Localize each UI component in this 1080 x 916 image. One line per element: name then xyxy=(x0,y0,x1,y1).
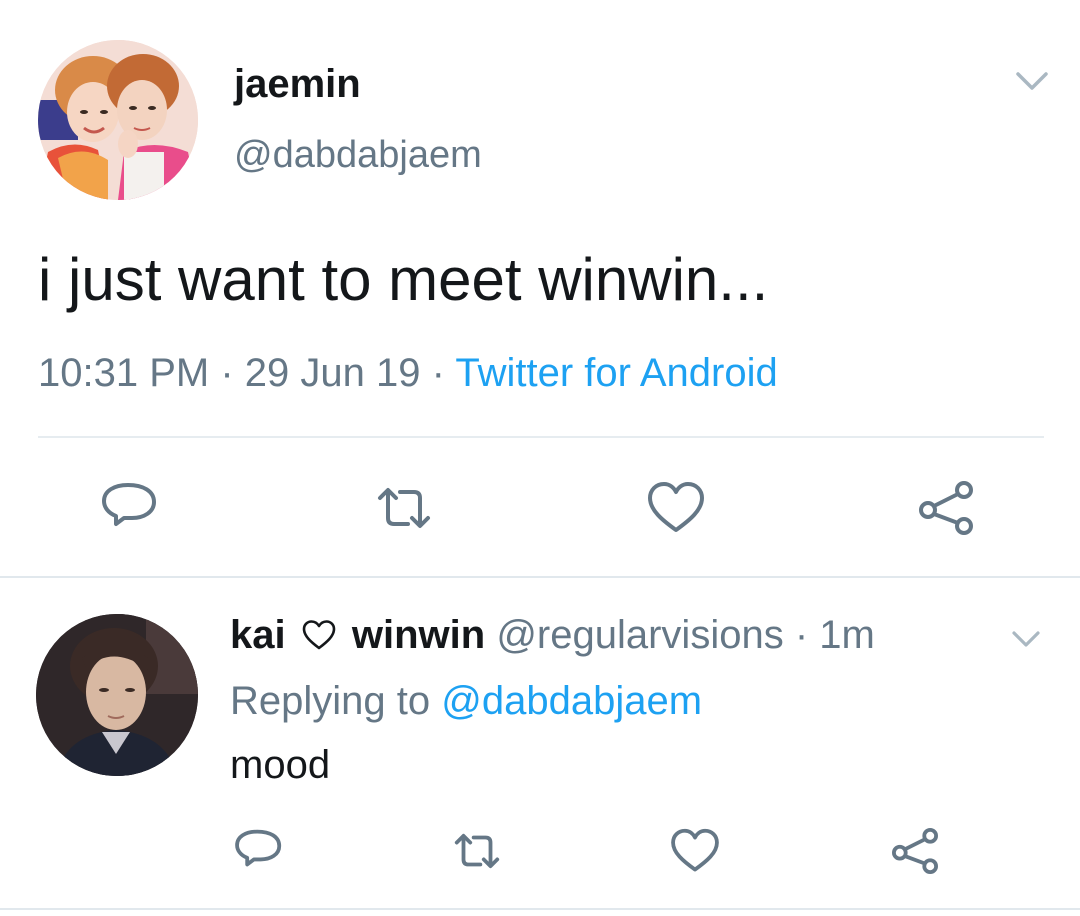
retweet-icon[interactable] xyxy=(372,476,436,540)
chevron-down-icon[interactable] xyxy=(1008,626,1044,652)
share-icon[interactable] xyxy=(914,476,978,540)
reply-text: mood xyxy=(230,743,331,787)
chevron-down-icon[interactable] xyxy=(1012,66,1052,96)
divider xyxy=(38,436,1044,438)
reply-icon[interactable] xyxy=(232,824,286,878)
replying-to-handle[interactable]: @dabdabjaem xyxy=(441,679,702,723)
main-author-handle[interactable]: @dabdabjaem xyxy=(234,132,482,178)
tweet-source-link[interactable]: Twitter for Android xyxy=(455,351,777,395)
like-icon[interactable] xyxy=(644,476,708,540)
retweet-icon[interactable] xyxy=(450,824,504,878)
main-author-avatar[interactable] xyxy=(38,40,198,200)
replying-prefix: Replying to xyxy=(230,679,431,723)
divider xyxy=(0,908,1080,910)
tweet-meta: 10:31 PM · 29 Jun 19 · Twitter for Andro… xyxy=(38,348,778,398)
reply-header: kai winwin @regularvisions · 1m xyxy=(230,610,875,660)
reply-author-name-part1[interactable]: kai xyxy=(230,613,286,657)
reply-author-name-part2[interactable]: winwin xyxy=(352,613,485,657)
replying-to-line: Replying to @dabdabjaem xyxy=(230,676,702,726)
tweet-date: 29 Jun 19 xyxy=(244,351,421,395)
divider xyxy=(0,576,1080,578)
reply-author-avatar[interactable] xyxy=(36,614,198,776)
meta-separator: · xyxy=(220,351,234,395)
avatar-photo xyxy=(38,40,198,200)
meta-separator: · xyxy=(431,351,445,395)
tweet-time: 10:31 PM xyxy=(38,351,210,395)
share-icon[interactable] xyxy=(888,824,942,878)
avatar-photo xyxy=(36,614,198,776)
main-author-name[interactable]: jaemin xyxy=(234,60,361,108)
reply-timestamp[interactable]: 1m xyxy=(819,613,875,657)
meta-separator: · xyxy=(794,613,809,657)
tweet-text: i just want to meet winwin... xyxy=(38,246,769,313)
reply-author-handle[interactable]: @regularvisions xyxy=(496,613,783,657)
like-icon[interactable] xyxy=(668,824,722,878)
heart-icon xyxy=(301,619,337,651)
reply-icon[interactable] xyxy=(98,476,162,540)
